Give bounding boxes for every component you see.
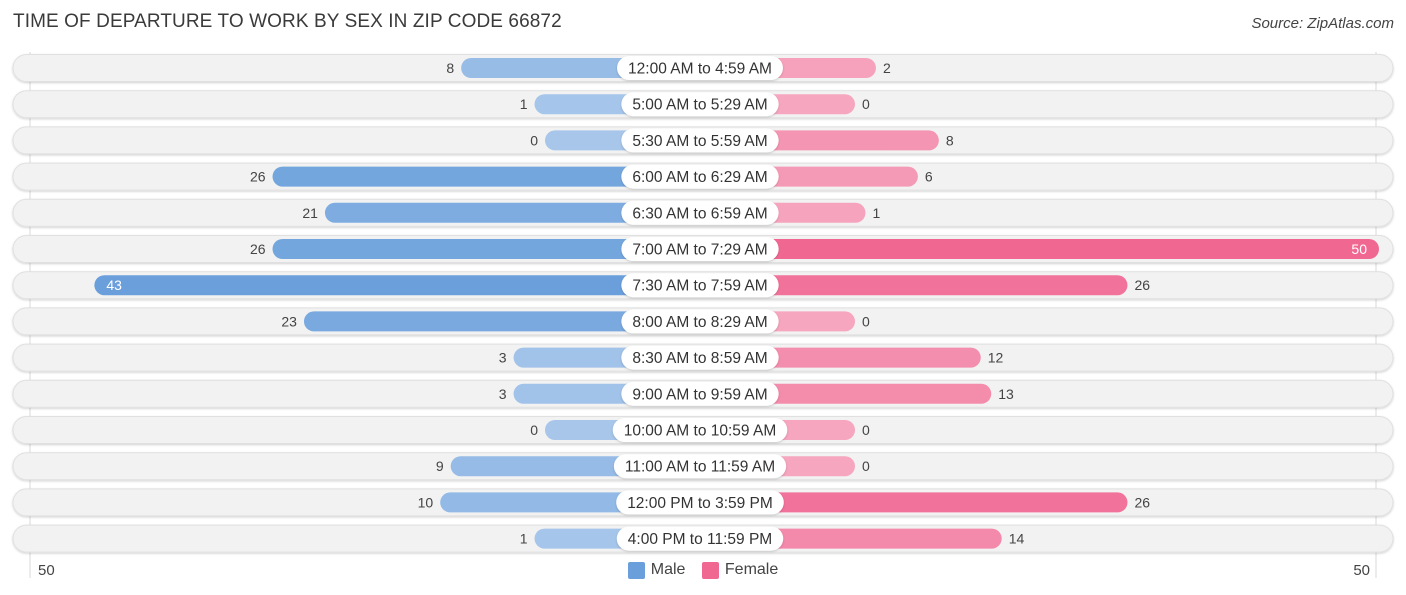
legend-swatch-male [627,561,645,579]
legend-label-male: Male [650,561,686,578]
value-label-male: 23 [281,313,297,329]
legend-item-female: Female [701,561,779,579]
value-label-male: 8 [446,60,454,76]
value-label-male: 26 [250,169,266,185]
value-label-female: 0 [862,313,870,329]
category-label: 5:30 AM to 5:59 AM [632,133,767,150]
chart-row: 10:00 AM to 10:59 AM 0 0 [12,416,1394,444]
legend-swatch-female [701,561,719,579]
value-label-female: 26 [1134,494,1150,510]
value-label-male: 0 [530,422,538,438]
value-label-male: 1 [520,531,528,547]
value-label-female: 2 [883,60,891,76]
value-label-female: 6 [925,169,933,185]
category-label: 7:30 AM to 7:59 AM [632,278,767,295]
bar-female [700,239,1379,259]
category-label: 12:00 PM to 3:59 PM [627,495,773,512]
category-label: 8:30 AM to 8:59 AM [632,350,767,367]
chart-row: 7:30 AM to 7:59 AM 43 26 [12,271,1394,300]
legend-label-female: Female [724,561,779,578]
category-label: 11:00 AM to 11:59 AM [625,459,775,476]
value-label-male: 3 [499,386,507,402]
chart-row: 12:00 AM to 4:59 AM 8 2 [12,54,1394,82]
chart-row: 8:00 AM to 8:29 AM 23 0 [12,307,1394,336]
value-label-female: 0 [862,96,870,112]
value-label-female: 8 [946,132,954,148]
category-label: 8:00 AM to 8:29 AM [632,314,767,331]
value-label-male: 21 [302,205,318,221]
value-label-male: 0 [530,132,538,148]
category-label: 7:00 AM to 7:29 AM [632,242,767,259]
chart-row: 6:00 AM to 6:29 AM 26 6 [12,162,1394,191]
value-label-female: 0 [862,422,870,438]
category-label: 5:00 AM to 5:29 AM [632,97,767,114]
value-label-female: 14 [1009,531,1025,547]
category-label: 6:30 AM to 6:59 AM [632,205,767,222]
chart-row: 6:30 AM to 6:59 AM 21 1 [12,198,1394,227]
value-label-male: 10 [418,494,434,510]
value-label-female: 50 [1351,241,1367,257]
legend: Male Female [0,561,1406,584]
value-label-male: 43 [106,277,122,293]
chart-canvas: 12:00 AM to 4:59 AM 8 2 5:00 AM to 5:29 AM 1… [12,52,1394,578]
value-label-female: 13 [998,386,1014,402]
category-label: 6:00 AM to 6:29 AM [632,169,767,186]
value-label-female: 26 [1134,277,1150,293]
category-label: 10:00 AM to 10:59 AM [624,423,777,440]
chart-row: 11:00 AM to 11:59 AM 9 0 [12,452,1394,481]
value-label-male: 9 [436,458,444,474]
value-label-female: 12 [988,350,1004,366]
chart-row: 5:30 AM to 5:59 AM 0 8 [12,126,1394,155]
value-label-male: 1 [520,96,528,112]
category-label: 9:00 AM to 9:59 AM [632,386,767,403]
value-label-male: 3 [499,350,507,366]
chart-row: 8:30 AM to 8:59 AM 3 12 [12,343,1394,372]
chart-row: 12:00 PM to 3:59 PM 10 26 [12,488,1394,517]
value-label-female: 0 [862,458,870,474]
category-label: 12:00 AM to 4:59 AM [628,61,772,78]
chart-row: 5:00 AM to 5:29 AM 1 0 [12,90,1394,119]
chart-row: 9:00 AM to 9:59 AM 3 13 [12,379,1394,408]
category-label: 4:00 PM to 11:59 PM [628,531,772,548]
value-label-male: 26 [250,241,266,257]
chart-row: 4:00 PM to 11:59 PM 1 14 [12,524,1394,553]
value-label-female: 1 [872,205,880,221]
chart-row: 7:00 AM to 7:29 AM 26 50 [12,235,1394,263]
bar-male [94,275,701,296]
legend-item-male: Male [627,561,686,579]
